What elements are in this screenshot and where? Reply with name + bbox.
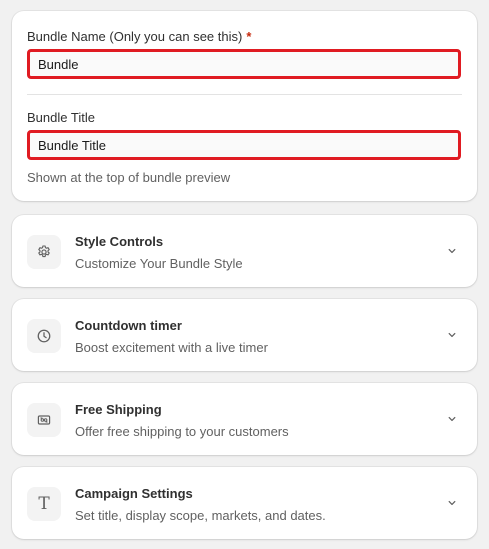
chevron-down-icon	[448, 500, 456, 506]
chevron-down-icon	[448, 248, 456, 254]
chevron-down-icon	[448, 332, 456, 338]
section-title: Countdown timer	[75, 318, 182, 333]
shipping-ticket-icon	[27, 403, 61, 437]
bundle-title-help-text: Shown at the top of bundle preview	[27, 170, 231, 185]
section-title: Campaign Settings	[75, 486, 193, 501]
section-title: Style Controls	[75, 234, 164, 249]
section-subtitle: Boost excitement with a live timer	[75, 340, 268, 355]
section-subtitle: Offer free shipping to your customers	[75, 424, 289, 439]
required-marker: *	[246, 29, 252, 44]
style-controls-section[interactable]: Style Controls Customize Your Bundle Sty…	[12, 215, 477, 287]
section-title: Free Shipping	[75, 402, 162, 417]
text-icon: T	[27, 487, 61, 521]
bundle-title-input[interactable]	[27, 130, 461, 160]
bundle-name-label: Bundle Name (Only you can see this) *	[27, 29, 251, 45]
bundle-name-input[interactable]	[27, 49, 461, 79]
gear-icon	[27, 235, 61, 269]
form-divider	[27, 94, 462, 95]
countdown-timer-section[interactable]: Countdown timer Boost excitement with a …	[12, 299, 477, 371]
bundle-details-card: Bundle Name (Only you can see this) * Bun…	[12, 11, 477, 201]
section-subtitle: Set title, display scope, markets, and d…	[75, 508, 326, 523]
bundle-title-label: Bundle Title	[27, 110, 95, 125]
free-shipping-section[interactable]: Free Shipping Offer free shipping to you…	[12, 383, 477, 455]
clock-icon	[27, 319, 61, 353]
campaign-settings-section[interactable]: T Campaign Settings Set title, display s…	[12, 467, 477, 539]
bundle-name-label-text: Bundle Name (Only you can see this)	[27, 29, 243, 44]
chevron-down-icon	[448, 416, 456, 422]
section-subtitle: Customize Your Bundle Style	[75, 256, 243, 271]
